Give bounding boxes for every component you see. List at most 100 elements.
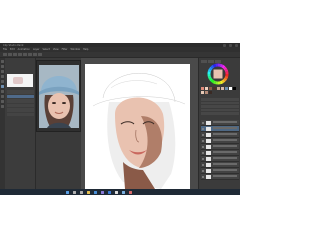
layer-row[interactable] xyxy=(201,120,239,126)
sub-tool-item[interactable] xyxy=(7,108,34,112)
layer-name xyxy=(213,151,237,154)
visibility-eye-icon[interactable] xyxy=(202,145,204,148)
layer-thumbnail xyxy=(206,126,211,131)
visibility-eye-icon[interactable] xyxy=(202,151,204,154)
pen-tool-icon[interactable] xyxy=(1,80,4,83)
redo-icon[interactable] xyxy=(23,52,27,57)
layer-row[interactable] xyxy=(201,162,239,168)
layer-row[interactable] xyxy=(201,144,239,150)
taskbar-icons xyxy=(66,190,132,194)
layer-thumbnail xyxy=(206,138,211,143)
layer-row[interactable] xyxy=(201,132,239,138)
music-icon[interactable] xyxy=(129,190,132,194)
canvas-drawing[interactable] xyxy=(81,58,198,189)
reference-photo xyxy=(39,65,79,128)
property-row[interactable] xyxy=(201,108,239,111)
color-swatch[interactable] xyxy=(209,91,212,94)
menu-select[interactable]: Select xyxy=(43,48,50,51)
start-icon[interactable] xyxy=(66,190,69,194)
open-file-icon[interactable] xyxy=(8,52,12,57)
move-tool-icon[interactable] xyxy=(1,65,4,68)
color-swatch[interactable] xyxy=(209,87,212,90)
visibility-eye-icon[interactable] xyxy=(202,127,204,130)
save-icon[interactable] xyxy=(13,52,17,57)
taskbar xyxy=(0,189,240,195)
menu-animation[interactable]: Animation xyxy=(18,48,30,51)
clipstudio-icon[interactable] xyxy=(115,190,118,194)
layer-row[interactable] xyxy=(201,126,239,132)
selection-tool-icon[interactable] xyxy=(1,70,4,73)
reference-window[interactable] xyxy=(36,60,81,132)
layer-row[interactable] xyxy=(201,174,239,180)
color-swatch[interactable] xyxy=(205,91,208,94)
zoom-tool-icon[interactable] xyxy=(1,60,4,63)
layer-name xyxy=(213,133,237,136)
visibility-eye-icon[interactable] xyxy=(202,139,204,142)
menu-window[interactable]: Window xyxy=(71,48,80,51)
sub-tool-item[interactable] xyxy=(7,99,34,103)
clear-icon[interactable] xyxy=(28,52,32,57)
clip-studio-window: Clip Studio Paint File Edit Animation La… xyxy=(0,43,240,189)
sub-tool-item[interactable] xyxy=(7,94,34,98)
visibility-eye-icon[interactable] xyxy=(202,157,204,160)
color-swatch[interactable] xyxy=(201,87,204,90)
brush-preview-thumbnail xyxy=(13,77,23,84)
explorer-icon[interactable] xyxy=(87,190,90,194)
transform-icon[interactable] xyxy=(33,52,37,57)
layer-row[interactable] xyxy=(201,138,239,144)
new-file-icon[interactable] xyxy=(3,52,7,57)
color-swatch[interactable] xyxy=(213,87,216,90)
menu-layer[interactable]: Layer xyxy=(33,48,40,51)
store-icon[interactable] xyxy=(101,190,104,194)
fill-tool-icon[interactable] xyxy=(1,95,4,98)
canvas-area[interactable] xyxy=(81,58,198,189)
color-swatch[interactable] xyxy=(233,87,236,90)
visibility-eye-icon[interactable] xyxy=(202,163,204,166)
visibility-eye-icon[interactable] xyxy=(202,133,204,136)
eyedropper-tool-icon[interactable] xyxy=(1,75,4,78)
color-swatches xyxy=(201,87,239,94)
menu-file[interactable]: File xyxy=(3,48,7,51)
undo-icon[interactable] xyxy=(18,52,22,57)
sub-tool-list xyxy=(7,90,34,117)
layer-row[interactable] xyxy=(201,156,239,162)
search-icon[interactable] xyxy=(73,190,76,194)
eraser-tool-icon[interactable] xyxy=(1,90,4,93)
color-swatch[interactable] xyxy=(225,87,228,90)
property-row[interactable] xyxy=(201,101,239,104)
layer-thumbnail xyxy=(206,174,211,179)
color-wheel[interactable] xyxy=(207,63,229,85)
settings-icon[interactable] xyxy=(38,52,42,57)
menu-help[interactable]: Help xyxy=(83,48,88,51)
menu-filter[interactable]: Filter xyxy=(62,48,68,51)
sub-tool-panel xyxy=(5,58,36,189)
visibility-eye-icon[interactable] xyxy=(202,175,204,178)
gradient-tool-icon[interactable] xyxy=(1,100,4,103)
color-swatch[interactable] xyxy=(201,91,204,94)
color-swatch[interactable] xyxy=(221,87,224,90)
menu-view[interactable]: View xyxy=(53,48,59,51)
taskview-icon[interactable] xyxy=(80,190,83,194)
visibility-eye-icon[interactable] xyxy=(202,121,204,124)
layer-thumbnail xyxy=(206,144,211,149)
sub-tool-item[interactable] xyxy=(7,103,34,107)
photos-icon[interactable] xyxy=(122,190,125,194)
color-swatch[interactable] xyxy=(205,87,208,90)
menu-edit[interactable]: Edit xyxy=(10,48,15,51)
mail-icon[interactable] xyxy=(108,190,111,194)
property-row[interactable] xyxy=(201,112,239,115)
layer-thumbnail xyxy=(206,156,211,161)
property-row[interactable] xyxy=(201,105,239,108)
layer-row[interactable] xyxy=(201,150,239,156)
color-swatch[interactable] xyxy=(229,87,232,90)
brush-tool-icon[interactable] xyxy=(1,85,4,88)
browser-icon[interactable] xyxy=(94,190,97,194)
sub-tool-item[interactable] xyxy=(7,90,34,94)
visibility-eye-icon[interactable] xyxy=(202,169,204,172)
reference-photo-art xyxy=(39,65,79,128)
sub-tool-item[interactable] xyxy=(7,112,34,116)
layer-row[interactable] xyxy=(201,168,239,174)
text-tool-icon[interactable] xyxy=(1,105,4,108)
property-row[interactable] xyxy=(201,98,239,101)
color-swatch[interactable] xyxy=(217,87,220,90)
